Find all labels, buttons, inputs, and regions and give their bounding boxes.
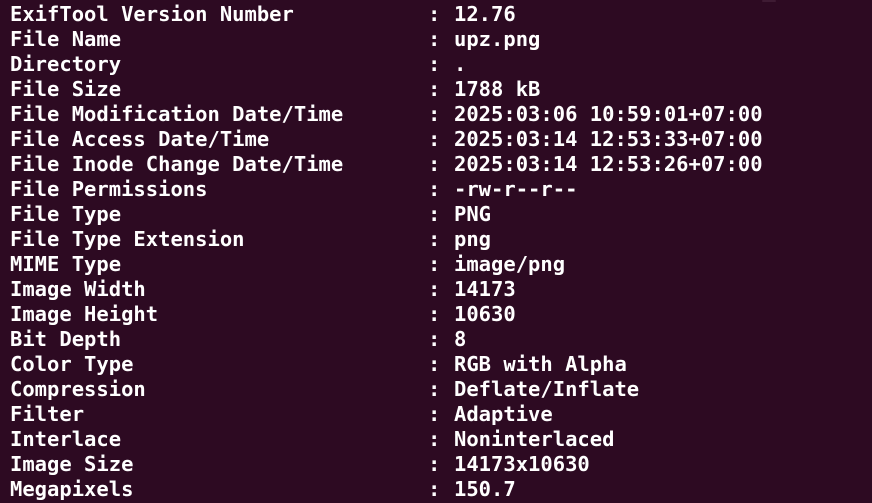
scrollbar-thumb[interactable] (762, 0, 776, 2)
exif-separator: : (428, 27, 441, 51)
exif-separator: : (428, 2, 441, 26)
exif-key: Filter (10, 402, 85, 426)
exif-key: Image Width (10, 277, 146, 301)
exif-key: Interlace (10, 427, 122, 451)
exif-separator: : (428, 202, 441, 226)
exif-key: MIME Type (10, 252, 122, 276)
exif-key: Image Height (10, 302, 159, 326)
exif-key: ExifTool Version Number (10, 2, 294, 26)
exif-value: 12.76 (454, 2, 516, 26)
exif-row: File Permissions : -rw-r--r-- (10, 177, 872, 202)
exif-key: Megapixels (10, 477, 134, 501)
exif-row: Megapixels : 150.7 (10, 477, 872, 502)
exif-value: 1788 kB (454, 77, 541, 101)
exif-value: png (454, 227, 492, 251)
exif-key: File Name (10, 27, 122, 51)
exif-key: File Modification Date/Time (10, 102, 344, 126)
exif-value: -rw-r--r-- (454, 177, 578, 201)
exif-key: Image Size (10, 452, 134, 476)
exif-value: 14173 (454, 277, 516, 301)
exif-separator: : (428, 52, 441, 76)
exif-key: Compression (10, 377, 146, 401)
exif-row: Image Height : 10630 (10, 302, 872, 327)
exif-key: File Permissions (10, 177, 208, 201)
exif-row: Directory : . (10, 52, 872, 77)
exif-value: RGB with Alpha (454, 352, 627, 376)
exif-separator: : (428, 127, 441, 151)
exif-key: File Type (10, 202, 122, 226)
exif-key: File Inode Change Date/Time (10, 152, 344, 176)
exif-value: Deflate/Inflate (454, 377, 640, 401)
exif-row: MIME Type : image/png (10, 252, 872, 277)
exif-row: Bit Depth : 8 (10, 327, 872, 352)
exif-key: Directory (10, 52, 122, 76)
exif-value: image/png (454, 252, 566, 276)
exif-row: Image Width : 14173 (10, 277, 872, 302)
exif-separator: : (428, 427, 441, 451)
exif-row: File Inode Change Date/Time : 2025:03:14… (10, 152, 872, 177)
exif-row: Color Type : RGB with Alpha (10, 352, 872, 377)
exif-row: File Type Extension : png (10, 227, 872, 252)
exif-row: ExifTool Version Number : 12.76 (10, 2, 872, 27)
exif-row: Compression : Deflate/Inflate (10, 377, 872, 402)
exif-key: Bit Depth (10, 327, 122, 351)
exif-separator: : (428, 452, 441, 476)
exif-value: 2025:03:06 10:59:01+07:00 (454, 102, 763, 126)
exif-value: 8 (454, 327, 467, 351)
exif-key: File Size (10, 77, 122, 101)
exif-value: Adaptive (454, 402, 553, 426)
exif-value: 14173x10630 (454, 452, 590, 476)
exif-separator: : (428, 402, 441, 426)
terminal-output[interactable]: ExifTool Version Number : 12.76 File Nam… (0, 0, 872, 503)
exif-value: Noninterlaced (454, 427, 615, 451)
exif-separator: : (428, 77, 441, 101)
exif-value: 150.7 (454, 477, 516, 501)
exif-value: 10630 (454, 302, 516, 326)
exif-value: PNG (454, 202, 492, 226)
exif-separator: : (428, 352, 441, 376)
exif-separator: : (428, 252, 441, 276)
exif-separator: : (428, 227, 441, 251)
exif-separator: : (428, 102, 441, 126)
exif-separator: : (428, 377, 441, 401)
exif-key: Color Type (10, 352, 134, 376)
exif-row: Interlace : Noninterlaced (10, 427, 872, 452)
exif-row: Filter : Adaptive (10, 402, 872, 427)
exif-separator: : (428, 177, 441, 201)
exif-row: File Type : PNG (10, 202, 872, 227)
exif-row: File Name : upz.png (10, 27, 872, 52)
exif-separator: : (428, 477, 441, 501)
exif-row: File Size : 1788 kB (10, 77, 872, 102)
exif-separator: : (428, 277, 441, 301)
exif-separator: : (428, 152, 441, 176)
exif-row: File Access Date/Time : 2025:03:14 12:53… (10, 127, 872, 152)
exif-key: File Access Date/Time (10, 127, 270, 151)
exif-separator: : (428, 302, 441, 326)
exif-value: upz.png (454, 27, 541, 51)
exif-value: . (454, 52, 467, 76)
exif-separator: : (428, 327, 441, 351)
exif-value: 2025:03:14 12:53:33+07:00 (454, 127, 763, 151)
exif-key: File Type Extension (10, 227, 245, 251)
exif-row: Image Size : 14173x10630 (10, 452, 872, 477)
exif-row: File Modification Date/Time : 2025:03:06… (10, 102, 872, 127)
exif-value: 2025:03:14 12:53:26+07:00 (454, 152, 763, 176)
